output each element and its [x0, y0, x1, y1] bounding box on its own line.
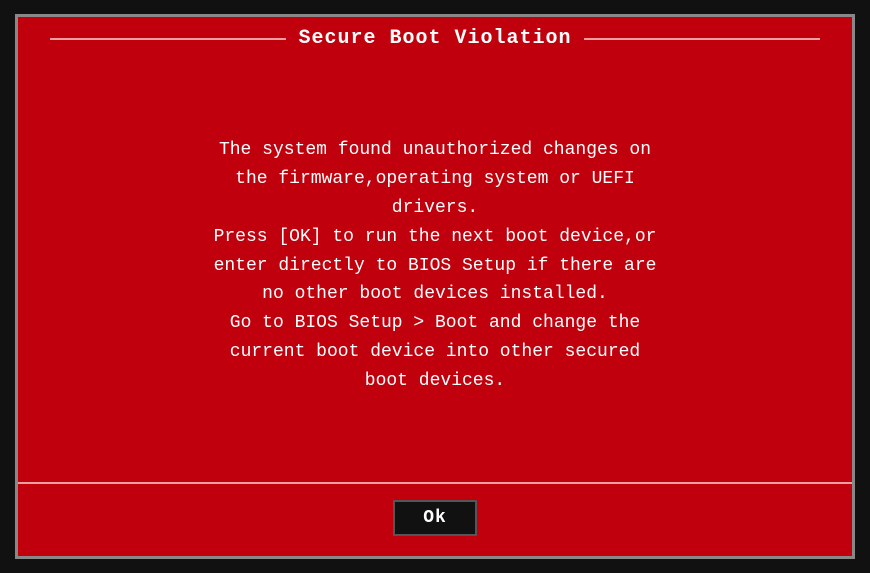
message-line4: Press [OK] to run the next boot device,o… — [214, 227, 657, 247]
secure-boot-violation-screen: Secure Boot Violation The system found u… — [15, 14, 855, 559]
message-line6: no other boot devices installed. — [262, 284, 608, 304]
message-line8: current boot device into other secured — [230, 342, 640, 362]
button-area: Ok — [18, 482, 852, 556]
message-line9: boot devices. — [365, 371, 505, 391]
title-text: Secure Boot Violation — [298, 27, 571, 50]
message-line3: drivers. — [392, 198, 478, 218]
message-area: The system found unauthorized changes on… — [18, 60, 852, 482]
message-line2: the firmware,operating system or UEFI — [235, 169, 635, 189]
title-bar: Secure Boot Violation — [18, 17, 852, 60]
message-line7: Go to BIOS Setup > Boot and change the — [230, 313, 640, 333]
message-body: The system found unauthorized changes on… — [214, 136, 657, 395]
ok-button[interactable]: Ok — [393, 500, 477, 536]
message-line5: enter directly to BIOS Setup if there ar… — [214, 256, 657, 276]
message-line1: The system found unauthorized changes on — [219, 140, 651, 160]
